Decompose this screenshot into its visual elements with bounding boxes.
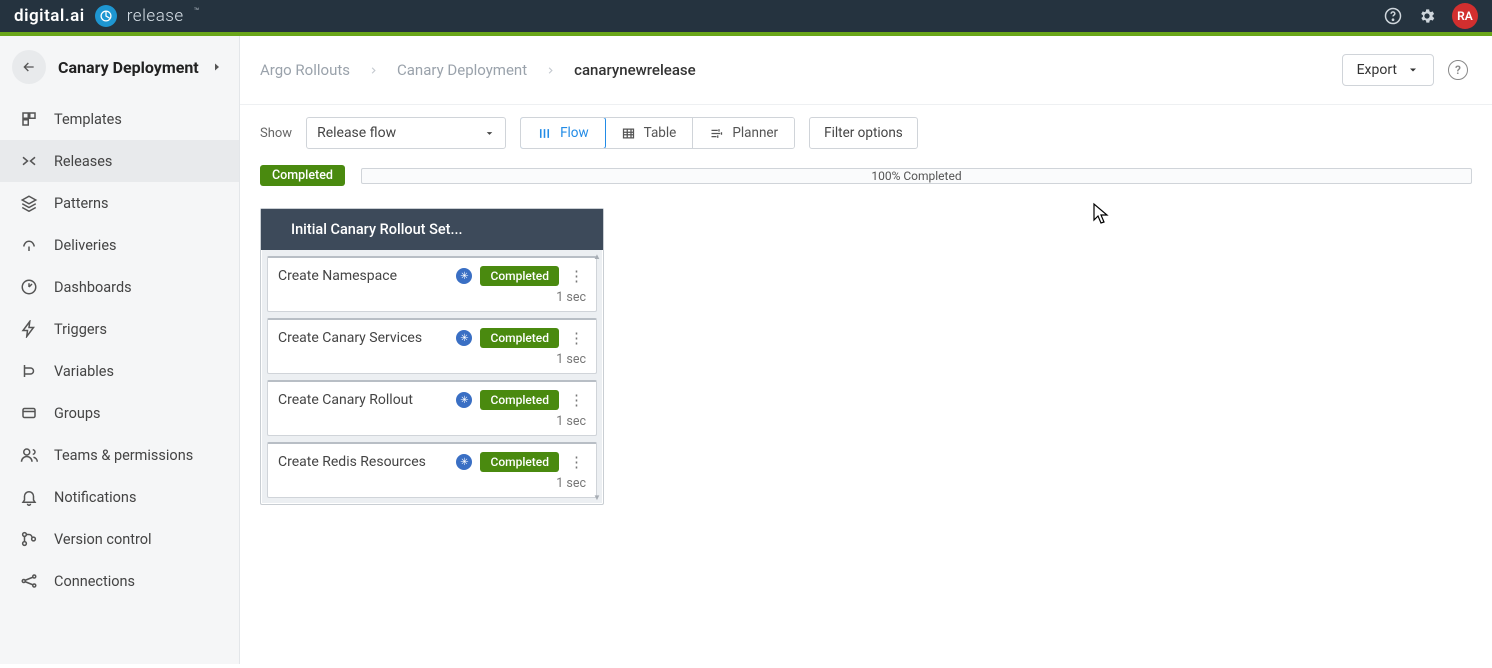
kubernetes-icon: ✳: [456, 392, 472, 408]
sidebar-item-label: Groups: [54, 405, 101, 422]
view-toggle-group: Flow Table Planner: [520, 117, 795, 149]
sidebar-item-triggers[interactable]: Triggers: [0, 308, 239, 350]
caret-down-icon: [1407, 64, 1419, 76]
breadcrumb-item[interactable]: Argo Rollouts: [260, 61, 350, 79]
brand-text-right: release: [127, 6, 184, 26]
sidebar-item-label: Triggers: [54, 321, 107, 338]
sidebar-item-variables[interactable]: Variables: [0, 350, 239, 392]
task-status-badge: Completed: [480, 452, 559, 472]
breadcrumb: Argo Rollouts Canary Deployment canaryne…: [260, 61, 696, 79]
patterns-icon: [20, 194, 38, 212]
kubernetes-icon: ✳: [456, 330, 472, 346]
sidebar-item-label: Templates: [54, 111, 122, 128]
sidebar-item-label: Releases: [54, 153, 112, 170]
brand-text-left: digital.ai: [14, 6, 85, 26]
context-help-icon[interactable]: ?: [1448, 60, 1468, 80]
main-content: Argo Rollouts Canary Deployment canaryne…: [240, 36, 1492, 664]
triggers-icon: [20, 320, 38, 338]
caret-down-icon: [484, 128, 495, 139]
export-button[interactable]: Export: [1342, 54, 1434, 86]
deliveries-icon: [20, 236, 38, 254]
brand-logo: digital.ai release ™: [14, 5, 199, 27]
sidebar-item-label: Patterns: [54, 195, 109, 212]
view-planner-button[interactable]: Planner: [693, 118, 794, 148]
task-name: Create Redis Resources: [278, 454, 448, 470]
task-status-badge: Completed: [480, 266, 559, 286]
task-duration: 1 sec: [556, 476, 586, 491]
sidebar-item-notifications[interactable]: Notifications: [0, 476, 239, 518]
kubernetes-icon: ✳: [456, 268, 472, 284]
scroll-down-icon[interactable]: ▼: [593, 493, 601, 502]
sidebar-item-label: Variables: [54, 363, 114, 380]
planner-icon: [709, 126, 724, 141]
view-flow-button[interactable]: Flow: [520, 117, 606, 149]
sidebar-item-releases[interactable]: Releases: [0, 140, 239, 182]
dashboards-icon: [20, 278, 38, 296]
sidebar-item-connections[interactable]: Connections: [0, 560, 239, 602]
table-icon: [621, 126, 636, 141]
notifications-icon: [20, 488, 38, 506]
topbar: digital.ai release ™ RA: [0, 0, 1492, 36]
task-duration: 1 sec: [556, 290, 586, 305]
sidebar-item-groups[interactable]: Groups: [0, 392, 239, 434]
release-badge-icon: [95, 5, 117, 27]
chevron-right-icon: [545, 65, 556, 76]
kubernetes-icon: ✳: [456, 454, 472, 470]
task-duration: 1 sec: [556, 414, 586, 429]
sidebar-item-label: Teams & permissions: [54, 447, 193, 464]
flow-icon: [537, 126, 552, 141]
task-menu-icon[interactable]: ⋮: [567, 269, 586, 284]
sidebar-item-patterns[interactable]: Patterns: [0, 182, 239, 224]
scroll-up-icon[interactable]: ▲: [593, 252, 601, 261]
breadcrumb-item[interactable]: Canary Deployment: [397, 61, 527, 79]
connections-icon: [20, 572, 38, 590]
task-duration: 1 sec: [556, 352, 586, 367]
task-name: Create Canary Services: [278, 330, 448, 346]
task-status-badge: Completed: [480, 328, 559, 348]
task-card[interactable]: Create Canary Services ✳ Completed ⋮ 1 s…: [267, 318, 597, 374]
chevron-right-icon: [368, 65, 379, 76]
task-status-badge: Completed: [480, 390, 559, 410]
back-button[interactable]: [12, 50, 46, 84]
sidebar-item-dashboards[interactable]: Dashboards: [0, 266, 239, 308]
sidebar-title: Canary Deployment: [58, 58, 199, 77]
sidebar-item-deliveries[interactable]: Deliveries: [0, 224, 239, 266]
forward-icon[interactable]: [211, 61, 223, 73]
settings-icon[interactable]: [1418, 7, 1436, 25]
task-menu-icon[interactable]: ⋮: [567, 331, 586, 346]
help-icon[interactable]: [1384, 7, 1402, 25]
sidebar-item-label: Notifications: [54, 489, 136, 506]
user-avatar[interactable]: RA: [1452, 3, 1478, 29]
task-menu-icon[interactable]: ⋮: [567, 393, 586, 408]
sidebar-item-label: Connections: [54, 573, 135, 590]
release-status-badge: Completed: [260, 165, 345, 186]
variables-icon: [20, 362, 38, 380]
phase-title[interactable]: Initial Canary Rollout Set...: [261, 209, 603, 250]
sidebar-item-label: Version control: [54, 531, 152, 548]
sidebar-item-teams[interactable]: Teams & permissions: [0, 434, 239, 476]
phase-card: Initial Canary Rollout Set... ▲ Create N…: [260, 208, 604, 505]
progress-bar: 100% Completed: [361, 168, 1472, 184]
sidebar-item-version-control[interactable]: Version control: [0, 518, 239, 560]
groups-icon: [20, 404, 38, 422]
task-card[interactable]: Create Canary Rollout ✳ Completed ⋮ 1 se…: [267, 380, 597, 436]
show-label: Show: [260, 126, 292, 141]
releases-icon: [20, 152, 38, 170]
task-name: Create Canary Rollout: [278, 392, 448, 408]
teams-icon: [20, 446, 38, 464]
sidebar: Canary Deployment Templates Releases Pat…: [0, 36, 240, 664]
view-select[interactable]: Release flow: [306, 117, 506, 149]
sidebar-item-label: Deliveries: [54, 237, 117, 254]
task-name: Create Namespace: [278, 268, 448, 284]
version-control-icon: [20, 530, 38, 548]
sidebar-item-templates[interactable]: Templates: [0, 98, 239, 140]
view-table-button[interactable]: Table: [605, 118, 694, 148]
breadcrumb-current: canarynewrelease: [574, 61, 696, 79]
task-menu-icon[interactable]: ⋮: [567, 455, 586, 470]
task-card[interactable]: Create Namespace ✳ Completed ⋮ 1 sec: [267, 256, 597, 312]
sidebar-item-label: Dashboards: [54, 279, 132, 296]
filter-options-button[interactable]: Filter options: [809, 117, 918, 149]
templates-icon: [20, 110, 38, 128]
task-card[interactable]: Create Redis Resources ✳ Completed ⋮ 1 s…: [267, 442, 597, 498]
